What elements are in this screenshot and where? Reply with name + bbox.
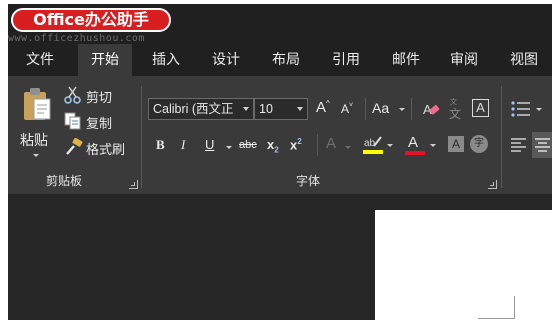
document-page[interactable] <box>375 210 552 320</box>
copy-label: 复制 <box>86 117 113 132</box>
bullets-dropdown-arrow[interactable] <box>536 108 542 111</box>
strikethrough-label: abc <box>239 139 257 151</box>
cut-label: 剪切 <box>86 91 113 106</box>
chevron-down-icon <box>297 107 303 111</box>
screenshot-frame: Office办公助手 www.officezhushou.com 文件 开始 插… <box>0 0 560 328</box>
title-strip: Office办公助手 www.officezhushou.com <box>8 4 552 44</box>
paste-label: 粘贴 <box>20 133 48 149</box>
tab-design[interactable]: 设计 <box>198 44 254 76</box>
grow-font-label: A <box>316 99 327 116</box>
caret-up-icon: ^ <box>326 99 330 108</box>
font-size-value: 10 <box>259 102 273 116</box>
bullets-icon[interactable] <box>510 99 532 119</box>
character-border-label: A <box>476 100 485 115</box>
tab-review[interactable]: 审阅 <box>436 44 492 76</box>
clear-formatting-eraser-icon[interactable]: A <box>422 100 440 118</box>
tab-home[interactable]: 开始 <box>78 44 132 76</box>
tab-file[interactable]: 文件 <box>8 44 72 76</box>
text-effects-button[interactable]: A <box>326 135 336 152</box>
underline-label: U <box>205 137 215 152</box>
group-divider <box>141 86 142 188</box>
italic-label: I <box>181 137 186 152</box>
subscript-button[interactable]: x2 <box>267 137 279 155</box>
phonetic-guide-button[interactable]: 文 文 <box>448 98 466 121</box>
font-size-select[interactable]: 10 <box>254 98 308 120</box>
highlight-dropdown-arrow[interactable] <box>387 144 393 147</box>
page-margin-corner-mark <box>478 296 515 319</box>
caret-down-icon: ˅ <box>349 102 354 109</box>
change-case-label: Aa <box>372 100 390 116</box>
change-case-dropdown-arrow[interactable] <box>399 108 405 111</box>
scissors-icon <box>64 86 81 104</box>
grow-font-button[interactable]: A^ <box>316 99 330 116</box>
align-center-icon <box>535 138 550 152</box>
office-logo-badge: Office办公助手 <box>11 8 171 32</box>
format-painter-button[interactable]: 格式刷 <box>62 136 132 158</box>
clipboard-dialog-launcher[interactable] <box>129 180 138 189</box>
shrink-font-label: A <box>341 102 350 116</box>
font-color-button[interactable]: A <box>404 134 436 158</box>
font-color-label: A <box>408 134 419 151</box>
inline-divider <box>317 134 318 156</box>
tab-view[interactable]: 视图 <box>496 44 552 76</box>
tab-layout[interactable]: 布局 <box>258 44 314 76</box>
text-effects-label: A <box>326 135 337 152</box>
character-shading-button[interactable]: A <box>448 136 464 152</box>
change-case-button[interactable]: Aa <box>372 100 389 116</box>
inline-divider <box>365 98 366 120</box>
underline-dropdown-arrow[interactable] <box>226 146 232 149</box>
highlight-color-swatch <box>363 150 383 154</box>
character-shading-label: A <box>451 137 460 151</box>
phonetic-char: 文 <box>449 107 462 121</box>
clipboard-group-label: 剪贴板 <box>45 174 82 188</box>
highlight-color-button[interactable]: ab <box>362 134 393 158</box>
svg-text:ab: ab <box>364 138 376 149</box>
ribbon-home: 粘贴 剪切 复制 格式刷 剪贴板 Calibri (西文正 10 A^ A˅ A… <box>8 76 552 194</box>
copy-button[interactable]: 复制 <box>62 110 126 132</box>
tab-mailings[interactable]: 邮件 <box>378 44 434 76</box>
enclose-characters-label: 字 <box>474 138 484 149</box>
superscript-mark: 2 <box>297 137 302 146</box>
font-name-select[interactable]: Calibri (西文正 <box>148 98 254 120</box>
bold-button[interactable]: B <box>156 137 165 153</box>
underline-button[interactable]: U <box>205 137 214 152</box>
tab-insert[interactable]: 插入 <box>138 44 194 76</box>
inline-divider <box>411 98 412 120</box>
italic-button[interactable]: I <box>181 137 185 153</box>
font-color-swatch <box>405 151 425 155</box>
group-divider <box>501 86 502 188</box>
align-left-icon[interactable] <box>510 136 528 154</box>
format-painter-label: 格式刷 <box>86 143 126 158</box>
character-border-button[interactable]: A <box>472 99 489 117</box>
font-dialog-launcher[interactable] <box>488 180 497 189</box>
align-center-button[interactable] <box>532 132 552 158</box>
font-group-label: 字体 <box>295 174 320 188</box>
paste-icon <box>24 88 51 120</box>
watermark-url: www.officezhushou.com <box>8 33 145 44</box>
strikethrough-button[interactable]: abc <box>239 139 257 151</box>
chevron-down-icon <box>243 107 249 111</box>
bold-label: B <box>156 137 165 152</box>
copy-icon <box>64 112 81 130</box>
paste-dropdown-arrow[interactable] <box>33 154 39 157</box>
subscript-mark: 2 <box>274 145 279 155</box>
superscript-button[interactable]: x2 <box>290 137 302 152</box>
paste-button[interactable]: 粘贴 <box>16 86 56 162</box>
font-name-value: Calibri (西文正 <box>153 102 234 116</box>
text-effects-dropdown-arrow[interactable] <box>345 146 351 149</box>
word-app-window: Office办公助手 www.officezhushou.com 文件 开始 插… <box>8 4 552 320</box>
cut-button[interactable]: 剪切 <box>62 84 126 106</box>
enclose-characters-button[interactable]: 字 <box>470 135 488 153</box>
font-color-dropdown-arrow[interactable] <box>430 144 436 147</box>
document-canvas <box>8 194 552 320</box>
format-painter-brush-icon <box>66 138 83 155</box>
tab-references[interactable]: 引用 <box>318 44 374 76</box>
ribbon-tab-bar: 文件 开始 插入 设计 布局 引用 邮件 审阅 视图 <box>8 44 552 76</box>
shrink-font-button[interactable]: A˅ <box>341 102 353 116</box>
